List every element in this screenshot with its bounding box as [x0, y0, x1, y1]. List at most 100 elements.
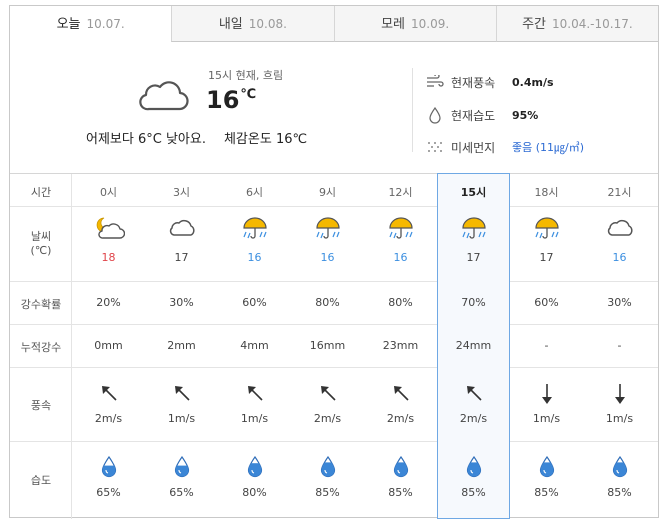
rain-umbrella-icon — [387, 216, 415, 246]
wind-value: 0.4m/s — [512, 75, 554, 89]
humidity-row-label: 습도 — [30, 474, 52, 487]
precip-probability: 80% — [315, 296, 340, 309]
compare-text: 어제보다 6°C 낮아요. — [86, 132, 206, 147]
cloud-icon — [167, 216, 197, 242]
weather-widget: 오늘 10.07. 내일 10.08. 모레 10.09. 주간 10.04.-10.1… — [9, 5, 659, 519]
accumulated-precip: - — [617, 339, 622, 352]
current-summary: 15시 현재, 흐림 16℃ 어제보다 6°C 낮아요. 체감온도 16℃ 현재풍… — [10, 42, 658, 173]
hour-time: 21시 — [607, 186, 632, 199]
humidity-percent: 85% — [534, 486, 559, 499]
tab-label: 모레 — [381, 17, 405, 32]
humidity-percent: 65% — [169, 486, 194, 499]
tab-today[interactable]: 오늘 10.07. — [10, 6, 172, 42]
wind-speed: 2m/s — [94, 412, 123, 425]
dust-icon — [425, 137, 445, 157]
rain-umbrella-icon — [533, 216, 561, 246]
tab-day-after-tomorrow[interactable]: 모레 10.09. — [333, 6, 496, 42]
wind-row-label: 풍속 — [30, 399, 52, 412]
humidity-percent: 85% — [315, 486, 340, 499]
wind-speed: 1m/s — [167, 412, 196, 425]
accumulated-precip: 24mm — [455, 339, 492, 352]
rain-umbrella-icon — [314, 216, 342, 246]
hour-time: 18시 — [534, 186, 559, 199]
tab-label: 주간 — [522, 17, 546, 32]
row-labels: 시간 날씨 (℃) 강수확률 누적강수 풍속 습도 — [10, 174, 72, 519]
wind-direction-northwest-icon — [99, 383, 119, 407]
wind-speed: 2m/s — [459, 412, 488, 425]
tab-label: 오늘 — [56, 17, 81, 32]
hour-temperature: 18 — [101, 251, 116, 264]
wind-direction-south-icon — [540, 383, 554, 409]
hour-column-4: 12시 16 80% 23mm 2m/s 85% — [364, 174, 437, 519]
tab-weekly[interactable]: 주간 10.04.-10.17. — [495, 6, 658, 42]
temperature-comparison: 어제보다 6°C 낮아요. 체감온도 16℃ — [86, 128, 307, 147]
humidity-drop-icon — [466, 455, 482, 482]
hour-time: 6시 — [245, 186, 264, 199]
precip-probability: 20% — [96, 296, 121, 309]
current-humidity: 현재습도 95% — [425, 105, 538, 125]
humidity-drop-icon — [393, 455, 409, 482]
precip-probability: 80% — [388, 296, 413, 309]
temp-unit: ℃ — [240, 87, 257, 102]
wind-direction-northwest-icon — [464, 383, 484, 407]
wind-speed: 1m/s — [532, 412, 561, 425]
weather-row-unit: (℃) — [30, 244, 52, 257]
hour-temperature: 17 — [466, 251, 481, 264]
hour-column-5: 15시 17 70% 24mm 2m/s 85% — [437, 173, 510, 519]
hour-temperature: 16 — [247, 251, 262, 264]
day-tabs: 오늘 10.07. 내일 10.08. 모레 10.09. 주간 10.04.-10.1… — [10, 6, 658, 42]
hour-time: 9시 — [318, 186, 337, 199]
hour-column-1: 3시 17 30% 2mm 1m/s 65% — [145, 174, 218, 519]
hour-time: 12시 — [388, 186, 413, 199]
humidity-value: 95% — [512, 108, 539, 122]
rain-umbrella-icon — [241, 216, 269, 246]
precip-prob-row-label: 강수확률 — [20, 298, 62, 311]
accumulated-precip: 2mm — [167, 339, 196, 352]
hour-temperature: 16 — [393, 251, 408, 264]
wind-direction-northwest-icon — [172, 383, 192, 407]
accumulated-precip: 16mm — [309, 339, 346, 352]
accum-precip-row-label: 누적강수 — [20, 341, 62, 354]
cloud-icon — [605, 216, 635, 242]
hour-temperature: 17 — [174, 251, 189, 264]
accumulated-precip: 4mm — [240, 339, 269, 352]
precip-probability: 70% — [461, 296, 486, 309]
cloud-icon — [137, 75, 189, 117]
humidity-drop-icon — [612, 455, 628, 482]
feels-like-text: 체감온도 16℃ — [223, 132, 308, 147]
humidity-drop-icon — [247, 455, 263, 482]
wind-label: 현재풍속 — [451, 75, 496, 90]
tab-tomorrow[interactable]: 내일 10.08. — [171, 6, 334, 42]
current-condition-label: 15시 현재, 흐림 — [208, 69, 284, 82]
hour-temperature: 16 — [320, 251, 335, 264]
hour-column-6: 18시 17 60% - 1m/s 85% — [510, 174, 583, 519]
accumulated-precip: 0mm — [94, 339, 123, 352]
hour-time: 3시 — [172, 186, 191, 199]
tab-date: 10.09. — [411, 17, 450, 31]
wind-speed: 2m/s — [313, 412, 342, 425]
humidity-drop-icon — [174, 455, 190, 482]
humidity-percent: 85% — [607, 486, 632, 499]
precip-probability: 30% — [169, 296, 194, 309]
humidity-drop-icon — [425, 105, 445, 125]
tab-date: 10.08. — [248, 17, 287, 31]
hour-temperature: 16 — [612, 251, 627, 264]
accumulated-precip: - — [544, 339, 549, 352]
tab-date: 10.07. — [86, 17, 125, 31]
tab-label: 내일 — [218, 17, 243, 32]
wind-direction-northwest-icon — [391, 383, 411, 407]
accumulated-precip: 23mm — [382, 339, 419, 352]
precip-probability: 60% — [534, 296, 559, 309]
divider — [412, 68, 413, 152]
current-wind: 현재풍속 0.4m/s — [425, 72, 554, 92]
wind-speed: 1m/s — [240, 412, 269, 425]
hour-temperature: 17 — [539, 251, 554, 264]
current-temp-value: 16 — [206, 86, 240, 114]
hour-time: 0시 — [99, 186, 118, 199]
wind-direction-south-icon — [613, 383, 627, 409]
hourly-forecast-table: 시간 날씨 (℃) 강수확률 누적강수 풍속 습도 0시 18 20% 0mm 2m/s… — [10, 173, 658, 519]
time-row-label: 시간 — [30, 186, 52, 199]
partly-cloudy-night-icon — [93, 216, 125, 244]
hour-column-7: 21시 16 30% - 1m/s 85% — [583, 174, 656, 519]
hour-column-0: 0시 18 20% 0mm 2m/s 65% — [72, 174, 145, 519]
